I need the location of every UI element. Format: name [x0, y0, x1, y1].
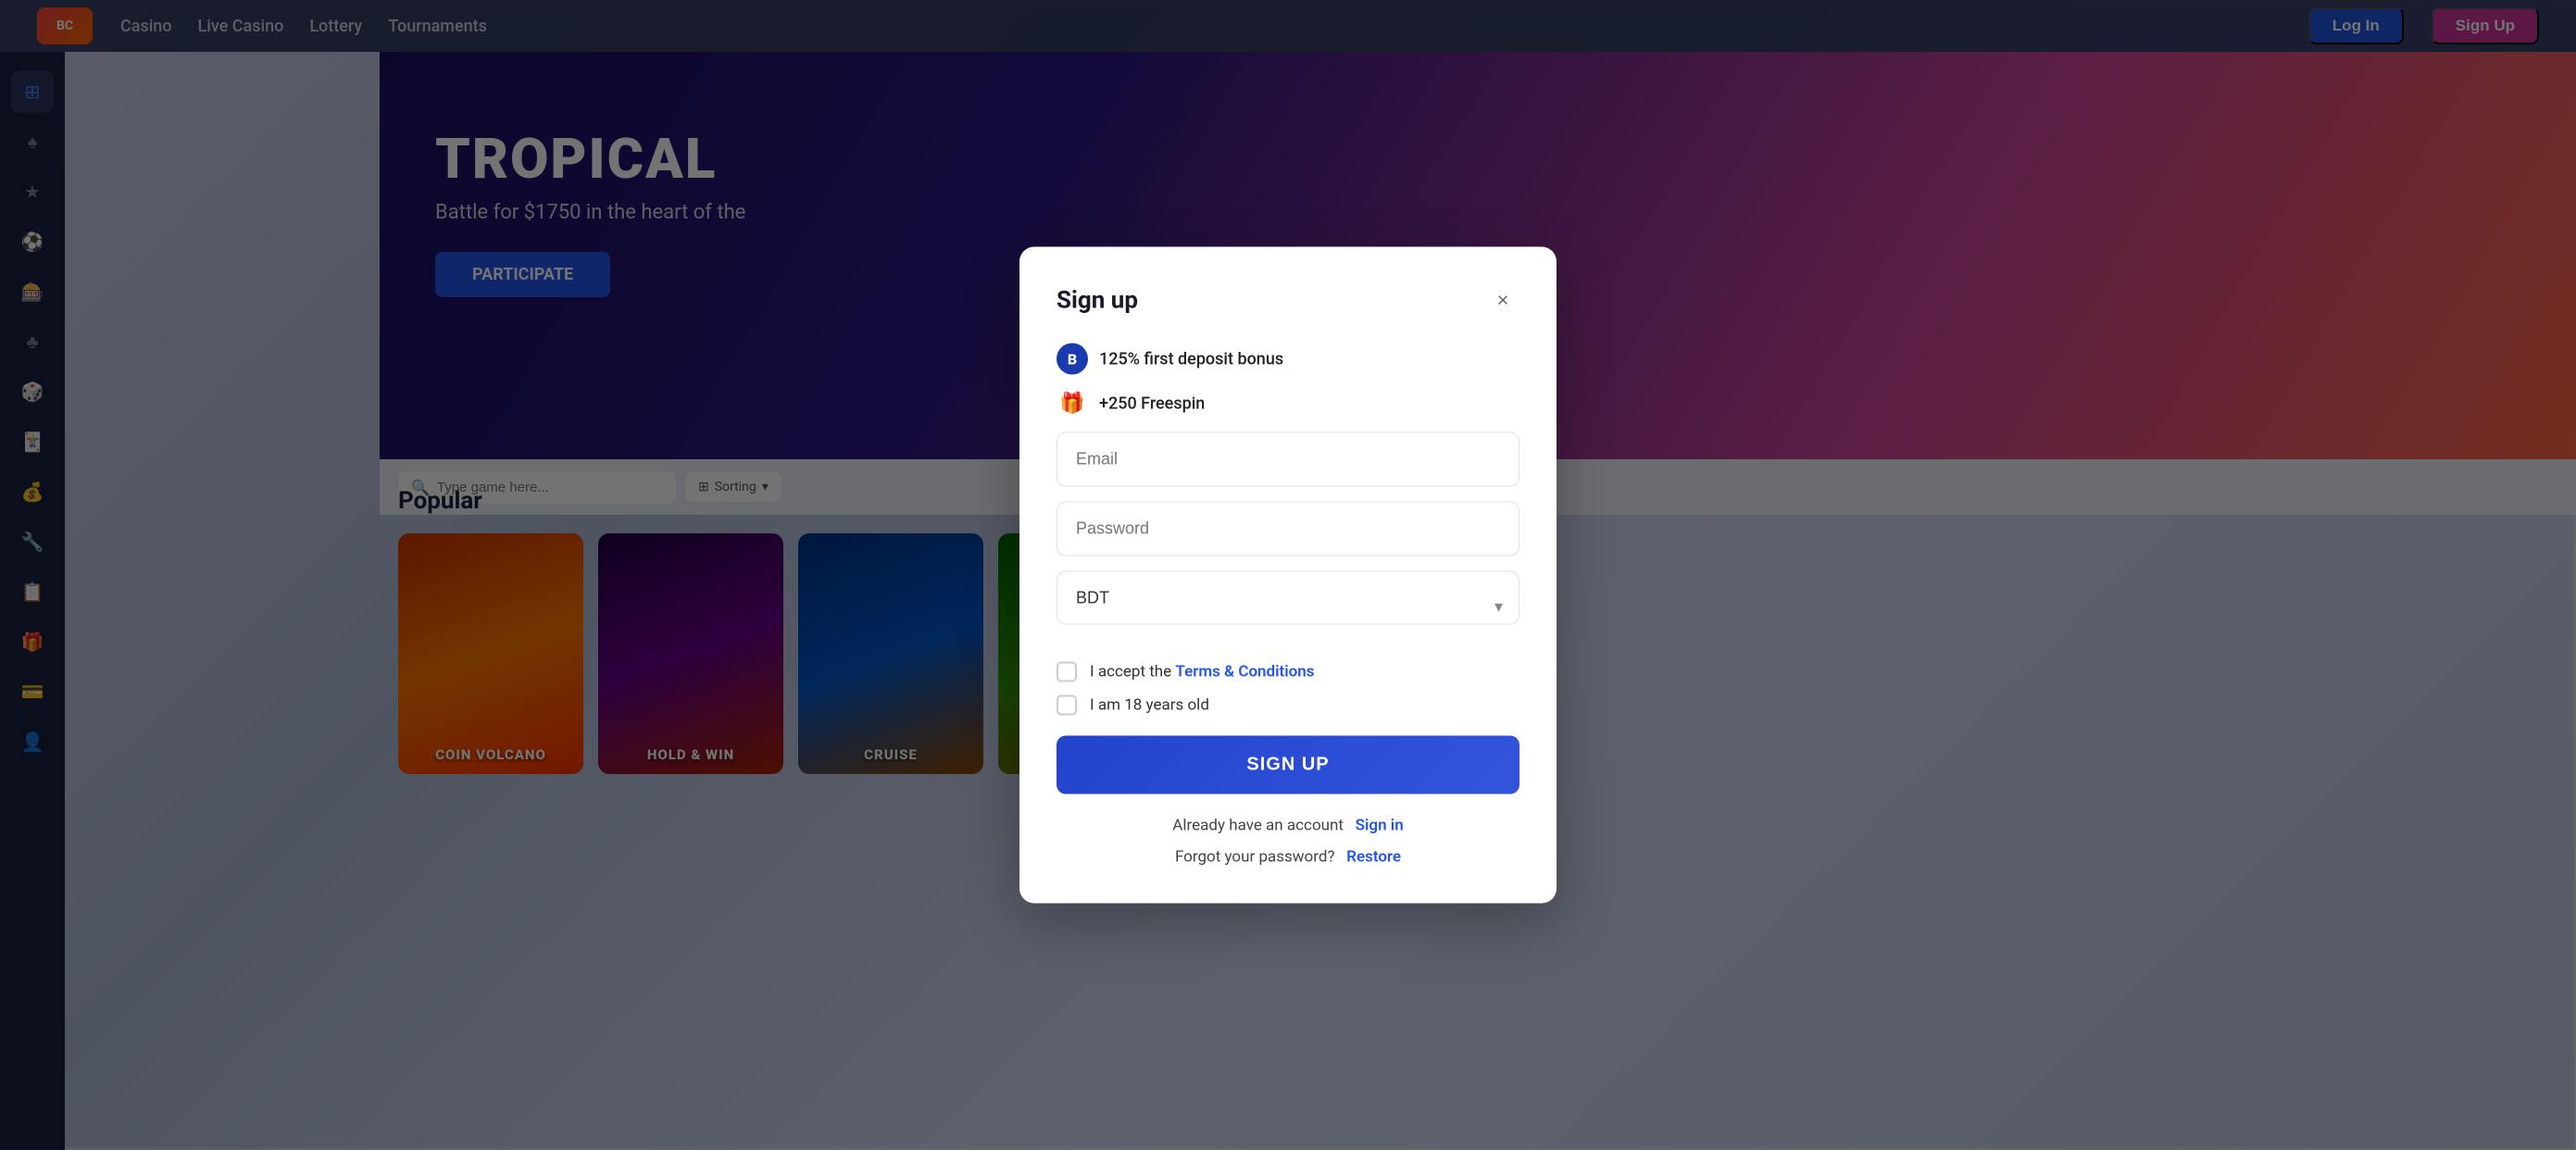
age-checkbox-row: I am 18 years old: [1057, 695, 1519, 716]
bonus-icon: B: [1057, 344, 1088, 375]
terms-label: I accept the Terms & Conditions: [1090, 663, 1315, 681]
signup-submit-button[interactable]: SIGN UP: [1057, 736, 1519, 794]
age-label: I am 18 years old: [1090, 696, 1209, 715]
forgot-password-text: Forgot your password?: [1175, 848, 1335, 867]
currency-select[interactable]: BDT USD EUR GBP BTC: [1057, 571, 1519, 625]
already-account-row: Already have an account Sign in: [1057, 817, 1519, 835]
terms-link[interactable]: Terms & Conditions: [1175, 663, 1314, 681]
bonus-text: 125% first deposit bonus: [1099, 349, 1283, 369]
sign-in-link[interactable]: Sign in: [1356, 817, 1404, 835]
password-field[interactable]: [1057, 502, 1519, 556]
signup-modal: Sign up × B 125% first deposit bonus 🎁 +…: [1019, 247, 1557, 904]
modal-title: Sign up: [1057, 287, 1138, 315]
gift-icon: 🎁: [1057, 388, 1088, 419]
close-button[interactable]: ×: [1486, 284, 1519, 318]
terms-checkbox[interactable]: [1057, 662, 1077, 682]
already-account-text: Already have an account: [1172, 817, 1344, 835]
promo-row-freespin: 🎁 +250 Freespin: [1057, 388, 1519, 419]
email-field[interactable]: [1057, 432, 1519, 487]
modal-header: Sign up ×: [1057, 284, 1519, 318]
age-checkbox[interactable]: [1057, 695, 1077, 716]
terms-checkbox-row: I accept the Terms & Conditions: [1057, 662, 1519, 682]
currency-wrapper: BDT USD EUR GBP BTC ▾: [1057, 571, 1519, 644]
restore-link[interactable]: Restore: [1346, 848, 1401, 867]
promo-row-bonus: B 125% first deposit bonus: [1057, 344, 1519, 375]
freespin-text: +250 Freespin: [1099, 394, 1205, 413]
forgot-password-row: Forgot your password? Restore: [1057, 848, 1519, 867]
